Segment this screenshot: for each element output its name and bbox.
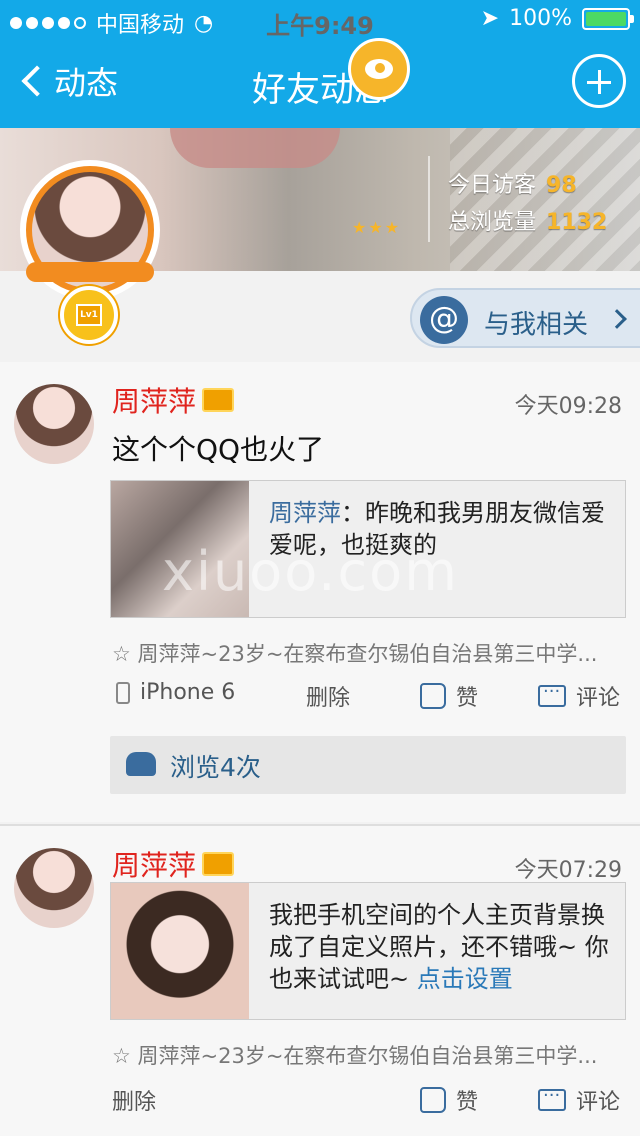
settings-link[interactable]: 点击设置 [417,965,513,993]
comment-label: 评论 [576,1090,621,1115]
cover-image-detail [170,128,340,168]
views-bar[interactable]: 浏览4次 [110,736,626,794]
poster-name[interactable]: 周萍萍 [112,844,235,884]
level-label: Lv1 [76,304,102,326]
views-count: 浏览4次 [170,753,261,782]
poster-name[interactable]: 周萍萍 [112,380,235,420]
shared-card[interactable]: 我把手机空间的个人主页背景换成了自定义照片，还不错哦~ 你也来试试吧~ 点击设置 [110,882,626,1020]
card-thumbnail [111,883,249,1019]
vip-icon [202,388,235,412]
card-text: 我把手机空间的个人主页背景换成了自定义照片，还不错哦~ 你也来试试吧~ 点击设置 [269,899,617,995]
poster-name-text: 周萍萍 [112,385,197,418]
like-label: 赞 [456,686,479,711]
related-to-me-button[interactable]: @ 与我相关 [410,288,640,348]
related-label: 与我相关 [484,310,589,340]
post-actions: iPhone 6 删除 赞 评论 [112,680,632,720]
visitor-eye-icon[interactable] [348,38,410,100]
location-line: ☆ 周萍萍~23岁~在察布查尔锡伯自治县第三中学... [112,642,598,666]
cover-image-pattern [450,128,640,271]
poster-name-text: 周萍萍 [112,849,197,882]
avatar-ribbon [26,262,154,282]
visitors-label: 今日访客 [448,173,537,198]
chevron-right-icon [607,309,627,329]
vip-icon [202,852,235,876]
battery-icon [582,7,634,30]
comment-button[interactable]: 评论 [538,680,620,712]
at-icon: @ [420,296,468,344]
delete-button[interactable]: 删除 [306,680,350,712]
device-name: iPhone 6 [140,680,236,705]
delete-label: 删除 [112,1090,157,1115]
poster-avatar[interactable] [14,384,94,464]
battery-percent: 100% [509,6,572,31]
page-title: 好友动态 [252,70,388,110]
viewers-icon [126,752,156,776]
thumbs-up-icon [420,683,446,709]
add-button[interactable] [572,54,626,108]
comment-button[interactable]: 评论 [538,1084,620,1116]
post-actions: 删除 赞 评论 [112,1084,632,1124]
nav-bar: 动态 好友动态 [0,40,640,128]
avatar [14,384,94,464]
delete-label: 删除 [306,686,351,711]
level-badge: Lv1 [60,286,118,344]
watermark: xiuoo.com [162,540,459,603]
like-button[interactable]: 赞 [420,680,478,712]
post-time: 今天09:28 [514,394,622,419]
views-label: 总浏览量 [448,210,537,235]
location-line: ☆ 周萍萍~23岁~在察布查尔锡伯自治县第三中学... [112,1044,598,1068]
status-bar: 中国移动 ◔ 上午9:49 ➤ 100% [0,0,640,40]
phone-icon [116,681,130,704]
views-stat[interactable]: 总浏览量 1132 [448,204,607,236]
top-bar: 中国移动 ◔ 上午9:49 ➤ 100% 动态 好友动态 [0,0,640,128]
comment-icon [538,1085,566,1111]
rating-stars: ★★★ [352,218,402,237]
thumbs-up-icon [420,1087,446,1113]
like-label: 赞 [456,1090,479,1115]
post-text: 这个个QQ也火了 [112,433,325,466]
status-right: ➤ 100% [480,6,634,31]
feed-item: 周萍萍 今天07:29 我把手机空间的个人主页背景换成了自定义照片，还不错哦~ … [0,824,640,1136]
stats-divider [428,156,430,242]
poster-avatar[interactable] [14,848,94,928]
visitors-value: 98 [546,173,577,198]
card-author: 周萍萍 [269,499,341,527]
visitors-stat[interactable]: 今日访客 98 [448,167,577,199]
device-info: iPhone 6 [116,680,235,705]
avatar [14,848,94,928]
views-value: 1132 [546,210,608,235]
post-time: 今天07:29 [514,858,622,883]
comment-label: 评论 [576,686,621,711]
like-button[interactable]: 赞 [420,1084,478,1116]
location-icon: ➤ [480,6,500,31]
delete-button[interactable]: 删除 [112,1084,156,1116]
comment-icon [538,681,566,707]
